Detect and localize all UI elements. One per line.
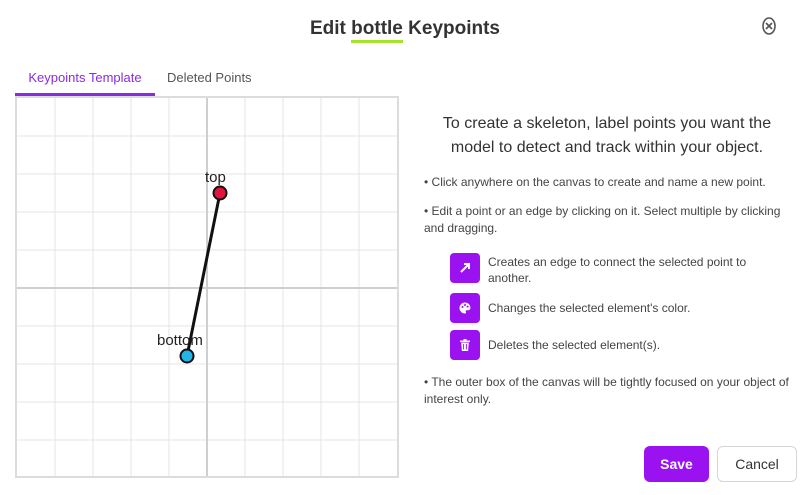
- title-object-name: bottle: [351, 18, 403, 43]
- palette-icon[interactable]: [450, 293, 480, 323]
- instructions-panel: To create a skeleton, label points you w…: [424, 112, 790, 408]
- tab-deleted-points[interactable]: Deleted Points: [155, 66, 264, 96]
- trash-icon[interactable]: [450, 330, 480, 360]
- tool-delete-description: Deletes the selected element(s).: [488, 338, 661, 352]
- instruction-bullet-create: • Click anywhere on the canvas to create…: [424, 175, 766, 189]
- tab-keypoints-template[interactable]: Keypoints Template: [15, 66, 155, 96]
- instruction-bullet-edit: • Edit a point or an edge by clicking on…: [424, 204, 781, 235]
- tool-item-color: Changes the selected element's color.: [450, 293, 790, 323]
- arrow-diagonal-icon[interactable]: [450, 253, 480, 283]
- tool-item-edge: Creates an edge to connect the selected …: [450, 253, 790, 286]
- tool-color-description: Changes the selected element's color.: [488, 301, 691, 315]
- cancel-button[interactable]: Cancel: [717, 446, 797, 482]
- instruction-bullet-outer-box: • The outer box of the canvas will be ti…: [424, 375, 789, 406]
- tool-edge-description: Creates an edge to connect the selected …: [488, 255, 747, 285]
- close-icon[interactable]: [760, 16, 778, 36]
- canvas-center-lines: [17, 98, 397, 476]
- title-prefix: Edit: [309, 18, 352, 39]
- tool-legend: Creates an edge to connect the selected …: [450, 253, 790, 360]
- title-suffix: Keypoints: [402, 18, 500, 39]
- tab-bar: Keypoints Template Deleted Points: [15, 66, 264, 96]
- keypoint-bottom: [179, 348, 195, 364]
- instructions-intro: To create a skeleton, label points you w…: [442, 115, 772, 156]
- dialog-title: Edit bottle Keypoints: [0, 18, 810, 43]
- keypoint-top: [212, 185, 228, 201]
- point-label-bottom: bottom: [157, 332, 203, 349]
- tool-item-delete: Deletes the selected element(s).: [450, 330, 790, 360]
- point-label-top: top: [205, 169, 226, 186]
- skeleton-canvas[interactable]: top bottom: [15, 96, 399, 478]
- save-button[interactable]: Save: [644, 446, 709, 482]
